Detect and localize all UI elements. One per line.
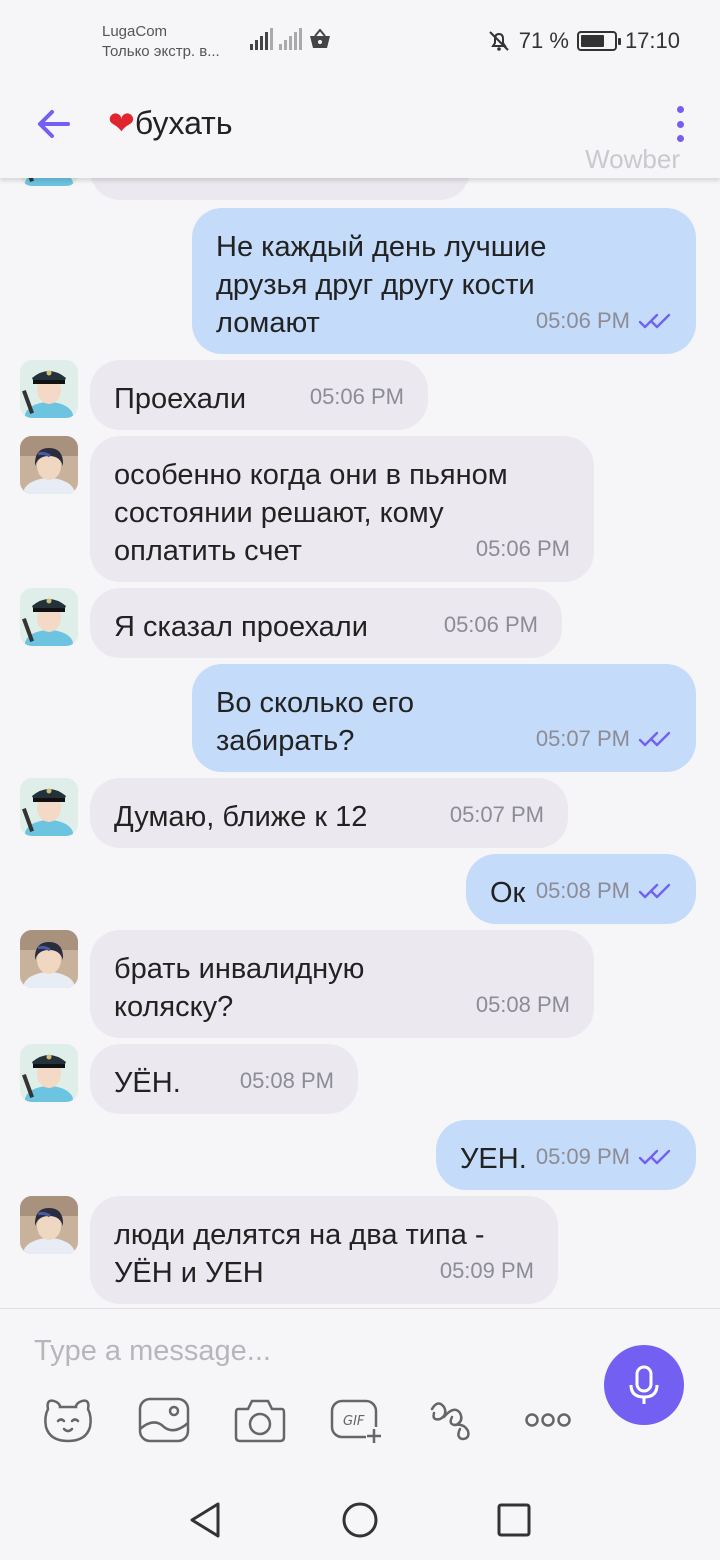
message-bubble[interactable]: УЁН. 05:08 PM [90,1044,358,1114]
message-meta: 05:09 PM [536,1138,672,1176]
doodle-icon[interactable] [424,1395,480,1445]
message-input[interactable] [34,1329,574,1373]
battery-icon [576,31,621,51]
more-icon[interactable] [520,1395,576,1445]
microphone-icon [629,1365,659,1404]
mute-bell-icon [489,31,509,51]
nav-home-icon[interactable] [340,1500,380,1540]
read-receipt-icon [638,731,671,747]
carrier-name: LugaCom [102,23,168,40]
chat-name: бухать [134,105,233,141]
message-time: 05:09 PM [439,1258,534,1283]
sender-avatar[interactable] [20,930,78,988]
heart-emoji: ❤ [108,105,135,141]
message-bubble[interactable]: люди делятся на два типа - УЁН и УЕН 05:0… [90,1196,558,1304]
status-bar: LugaCom Только экстр. в... 71 % 17:10 [0,0,720,72]
message-time: 05:06 PM [309,384,404,409]
message-time: 05:07 PM [449,802,544,827]
shopping-basket-icon [310,28,330,48]
sender-avatar[interactable] [20,178,78,186]
message-meta: 05:09 PM [440,1252,534,1290]
system-navbar [0,1478,720,1560]
signal-icons [250,28,332,50]
message-meta: 05:06 PM [310,378,404,416]
carrier-subtitle: Только экстр. в... [102,43,220,60]
carrier-info: LugaCom Только экстр. в... [102,22,220,62]
message-meta: 05:08 PM [536,872,672,910]
more-options-button[interactable] [670,106,690,142]
sticker-icon[interactable] [40,1395,96,1445]
camera-icon[interactable] [232,1395,288,1445]
clock: 17:10 [624,28,680,53]
chat-header: ❤бухать Wowber [0,72,720,178]
message-time: 05:07 PM [535,726,630,751]
message-bubble[interactable]: УЕН. 05:09 PM [436,1120,696,1190]
message-bubble[interactable]: Да, сразу же05:05 PM [90,178,470,200]
sender-avatar[interactable] [20,588,78,646]
message-bubble[interactable]: Во сколько его забирать? 05:07 PM [192,664,696,772]
signal-no-service-icon [279,28,302,50]
message-meta: 05:08 PM [240,1062,334,1100]
sender-avatar[interactable] [20,778,78,836]
sender-avatar[interactable] [20,1196,78,1254]
watermark: Wowber [585,144,680,174]
message-time: 05:09 PM [535,1144,630,1169]
message-time: 05:05 PM [352,178,446,186]
read-receipt-icon [638,313,671,329]
sender-avatar[interactable] [20,1044,78,1102]
message-meta: 05:05 PM [352,178,446,186]
message-bubble[interactable]: особенно когда они в пьяном состоянии ре… [90,436,594,582]
battery-percent: 71 % [518,28,569,53]
nav-back-icon[interactable] [186,1500,226,1540]
read-receipt-icon [638,1149,671,1165]
message-meta: 05:07 PM [536,720,672,758]
status-right: 71 % 17:10 [487,28,680,54]
nav-recents-icon[interactable] [494,1500,534,1540]
voice-message-button[interactable] [604,1345,684,1425]
message-time: 05:06 PM [475,536,570,561]
message-time: 05:06 PM [443,612,538,637]
back-button[interactable] [34,104,74,144]
message-bubble[interactable]: Проехали 05:06 PM [90,360,428,430]
message-time: 05:08 PM [239,1068,334,1093]
read-receipt-icon [638,883,671,899]
chat-title[interactable]: ❤бухать [108,104,233,142]
message-time: 05:06 PM [535,308,630,333]
message-bubble[interactable]: Ок 05:08 PM [466,854,696,924]
message-time: 05:08 PM [535,878,630,903]
message-bubble[interactable]: Думаю, ближе к 12 05:07 PM [90,778,568,848]
svg-text:GIF: GIF [343,1414,365,1429]
message-bubble[interactable]: Я сказал проехали 05:06 PM [90,588,562,658]
sender-avatar[interactable] [20,360,78,418]
message-meta: 05:06 PM [444,606,538,644]
composer: GIF [0,1308,720,1478]
sender-avatar[interactable] [20,436,78,494]
message-list[interactable]: Да, сразу же05:05 PM Не каждый день лучши… [0,178,720,1308]
back-arrow-icon [38,110,70,138]
message-bubble[interactable]: Не каждый день лучшие друзья друг другу … [192,208,696,354]
message-meta: 05:08 PM [476,986,570,1024]
message-meta: 05:06 PM [536,302,672,340]
gif-icon[interactable]: GIF [328,1395,384,1445]
signal-icon [250,28,273,50]
message-meta: 05:07 PM [450,796,544,834]
message-time: 05:08 PM [475,992,570,1017]
gallery-icon[interactable] [136,1395,192,1445]
message-meta: 05:06 PM [476,530,570,568]
message-bubble[interactable]: брать инвалидную коляску? 05:08 PM [90,930,594,1038]
